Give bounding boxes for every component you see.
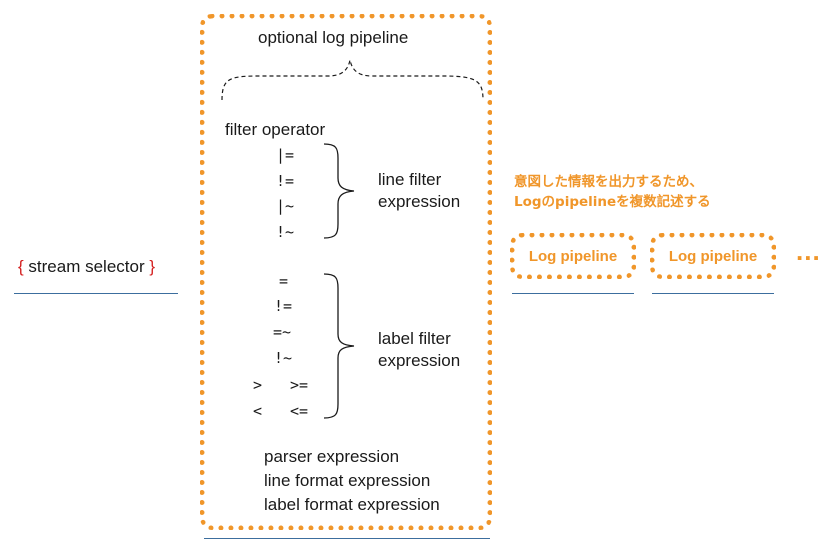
line-filter-brace [323, 143, 355, 239]
parser-expression: parser expression [264, 447, 400, 466]
label-format-expression: label format expression [264, 495, 440, 514]
line-format-expression: line format expression [264, 471, 431, 490]
label-filter-op: !~ [274, 349, 293, 367]
line-filter-op: |= [276, 146, 295, 164]
stream-selector-close-brace: } [149, 257, 156, 276]
line-filter-label: line filter [378, 170, 442, 189]
pipeline-title-brace [221, 59, 484, 101]
label-filter-op: = [279, 272, 289, 290]
stream-selector-label: stream selector [28, 257, 145, 276]
pipeline-title: optional log pipeline [258, 28, 409, 47]
line-filter-op: != [276, 172, 295, 190]
log-pipeline-box: Log pipeline [650, 233, 776, 279]
label-filter-label: label filter [378, 329, 451, 348]
label-filter-op: != [274, 297, 293, 315]
line-filter-label: expression [378, 192, 461, 211]
stream-selector: { stream selector } [18, 257, 155, 277]
label-filter-brace [323, 273, 355, 419]
annotation-line1: 意図した情報を出力するため、 [514, 174, 703, 190]
stream-selector-open-brace: { [18, 257, 24, 276]
line-filter-op: |~ [276, 197, 295, 215]
log-pipeline-label: Log pipeline [668, 247, 758, 265]
label-filter-label: expression [378, 351, 461, 370]
label-filter-op: < [253, 402, 263, 420]
ellipsis: ... [796, 236, 821, 266]
stream-selector-underline [14, 293, 178, 294]
line-filter-op: !~ [276, 223, 295, 241]
log-pipeline-underline [512, 293, 634, 294]
optional-pipeline-underline [204, 538, 490, 539]
label-filter-op: =~ [273, 323, 292, 341]
annotation-line2: Logのpipelineを複数記述する [514, 194, 711, 210]
label-filter-op: > [253, 376, 263, 394]
log-pipeline-box: Log pipeline [510, 233, 636, 279]
log-pipeline-underline [652, 293, 774, 294]
label-filter-op: >= [290, 376, 309, 394]
log-pipeline-label: Log pipeline [528, 247, 618, 265]
label-filter-op: <= [290, 402, 309, 420]
filter-operator-label: filter operator [225, 120, 326, 139]
